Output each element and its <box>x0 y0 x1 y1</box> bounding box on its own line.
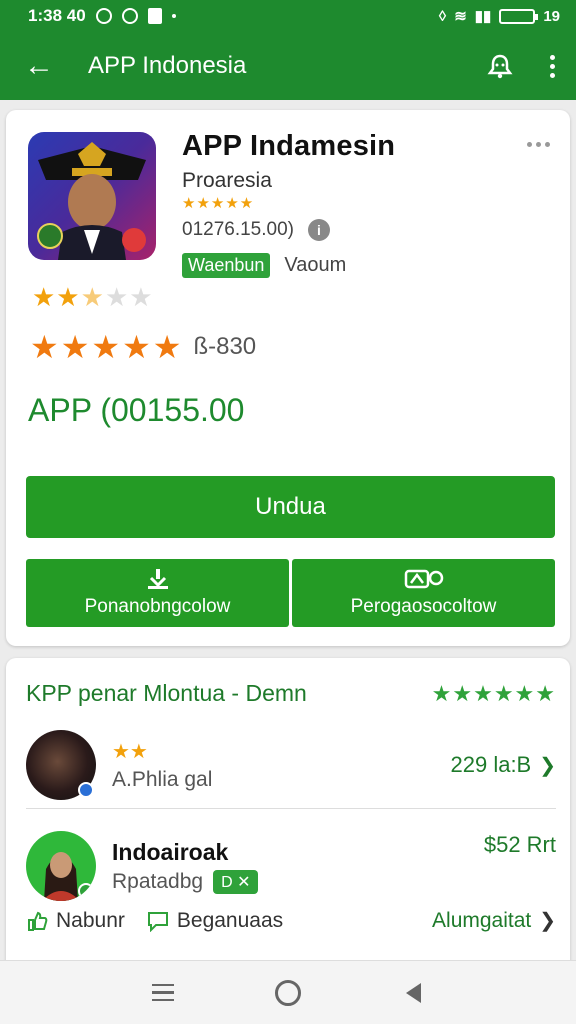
action-row: Nabunr Beganuaas Alumgaitat ❯ <box>26 908 556 933</box>
bell-icon[interactable] <box>486 52 514 80</box>
app-bar: ← APP Indonesia <box>0 32 576 100</box>
publisher-name[interactable]: Proaresia <box>182 169 395 193</box>
info-icon[interactable]: i <box>308 219 330 241</box>
install-button[interactable]: Undua <box>26 476 555 538</box>
rating-stars-small: ★★★★★ <box>32 282 154 313</box>
app-name: APP Indamesin <box>182 130 396 162</box>
left-action-button[interactable]: Ponanobngcolow <box>26 559 289 627</box>
avatar <box>26 831 96 901</box>
right-action-label: Perogaosocoltow <box>350 596 497 617</box>
right-action-button[interactable]: Perogaosocoltow <box>292 559 555 627</box>
alarm-icon <box>121 8 138 24</box>
more-vert-icon[interactable] <box>550 54 556 78</box>
list-item[interactable]: ★★ A.Phlia gal 229 la:B ❯ <box>26 726 556 804</box>
item-price[interactable]: $52 Rrt <box>484 832 556 858</box>
category-badge[interactable]: Waenbun <box>182 253 271 278</box>
back-nav-icon <box>405 982 421 1003</box>
app-bar-actions <box>486 52 556 80</box>
sync-icon <box>95 8 112 24</box>
overflow-icon[interactable] <box>527 142 550 147</box>
comment-label: Beganuaas <box>176 908 284 932</box>
list-header: KPP penar Mlontua - Demn ★★★★★★ <box>26 680 556 707</box>
tag-row: Waenbun Vaoum <box>182 253 395 278</box>
app-icon-artwork <box>37 142 146 260</box>
price: APP (00155.00 <box>28 392 245 428</box>
header-stars: ★★★★★★ <box>431 680 556 706</box>
app-meta: 01276.15.00) <box>182 219 294 240</box>
item-subtitle: A.Phlia gal <box>112 767 213 791</box>
item-name: Indoairoak <box>112 838 229 865</box>
home-icon <box>274 979 301 1006</box>
status-right: ◊ ≋ ▮▮ 19 <box>438 7 560 26</box>
rating-row: ★★★★★ ß-830 <box>30 328 256 366</box>
status-left: 1:38 40 <box>28 6 176 26</box>
system-nav-bar <box>0 960 576 1024</box>
like-button[interactable]: Nabunr <box>26 909 125 933</box>
avatar <box>26 730 96 800</box>
list-title: KPP penar Mlontua - Demn <box>26 680 307 706</box>
notification-icon <box>147 8 162 24</box>
chevron-right-icon: ❯ <box>539 910 556 932</box>
rating-stars-on: ★★ <box>32 282 81 312</box>
meta-row: 01276.15.00) i <box>182 219 395 241</box>
download-icon <box>147 569 168 589</box>
rating-stars-off: ★★ <box>104 282 154 312</box>
thumbs-up-icon <box>28 911 48 931</box>
back-arrow-icon[interactable]: ← <box>24 51 54 81</box>
recents-button[interactable] <box>148 978 178 1008</box>
list-item-body: ★★ A.Phlia gal <box>112 739 212 792</box>
rating-star-half: ★ <box>80 282 105 312</box>
list-item-body: Indoairoak Rpatadbg D ✕ <box>112 838 259 894</box>
battery-level: 19 <box>543 7 560 25</box>
home-button[interactable] <box>273 978 303 1008</box>
tag-text: Vaoum <box>284 254 347 276</box>
app-icon[interactable] <box>28 132 156 260</box>
item-subtitle: Rpatadbg <box>112 869 204 893</box>
item-stars: ★★ <box>112 740 148 763</box>
big-stars: ★★★★★ <box>30 329 184 365</box>
item-sub-row: Rpatadbg D ✕ <box>112 869 259 894</box>
left-action-label: Ponanobngcolow <box>84 596 231 617</box>
status-time: 1:38 40 <box>28 6 86 25</box>
divider <box>26 808 556 809</box>
vibrate-icon: ◊ <box>438 7 447 25</box>
comment-icon <box>147 911 168 932</box>
wifi-icon: ≋ <box>454 8 467 25</box>
app-card: APP Indamesin Proaresia ★★★★★ 01276.15.0… <box>6 110 570 646</box>
item-value: 229 la:B <box>450 752 532 777</box>
page-title: APP Indonesia <box>88 52 247 79</box>
signal-icon: ▮▮ <box>474 8 492 25</box>
status-dot-icon <box>78 883 94 899</box>
status-bar: 1:38 40 ◊ ≋ ▮▮ 19 <box>0 0 576 32</box>
review-count: ß-830 <box>193 333 257 360</box>
status-dot-icon <box>78 782 94 798</box>
more-link-label: Alumgaitat <box>432 908 532 932</box>
chevron-right-icon: ❯ <box>539 754 556 777</box>
item-value-link[interactable]: 229 la:B ❯ <box>451 752 557 778</box>
publisher-stars: ★★★★★ <box>182 195 255 212</box>
list-item[interactable]: Indoairoak Rpatadbg D ✕ $52 Rrt <box>26 826 556 906</box>
comment-button[interactable]: Beganuaas <box>147 909 283 933</box>
menu-icon <box>151 983 174 1002</box>
like-label: Nabunr <box>56 908 125 932</box>
more-link[interactable]: Alumgaitat ❯ <box>432 908 556 933</box>
item-value: $52 Rrt <box>483 832 556 857</box>
cart-icon <box>404 569 443 589</box>
app-info: APP Indamesin Proaresia ★★★★★ 01276.15.0… <box>182 130 395 278</box>
back-button[interactable] <box>398 978 428 1008</box>
review-list-card: KPP penar Mlontua - Demn ★★★★★★ ★★ A.Phl… <box>6 658 570 978</box>
install-button-label: Undua <box>255 493 326 520</box>
battery-icon <box>499 8 539 24</box>
split-buttons: Ponanobngcolow Perogaosocoltow <box>26 559 555 627</box>
dot-icon <box>171 14 176 18</box>
item-badge[interactable]: D ✕ <box>213 869 259 894</box>
